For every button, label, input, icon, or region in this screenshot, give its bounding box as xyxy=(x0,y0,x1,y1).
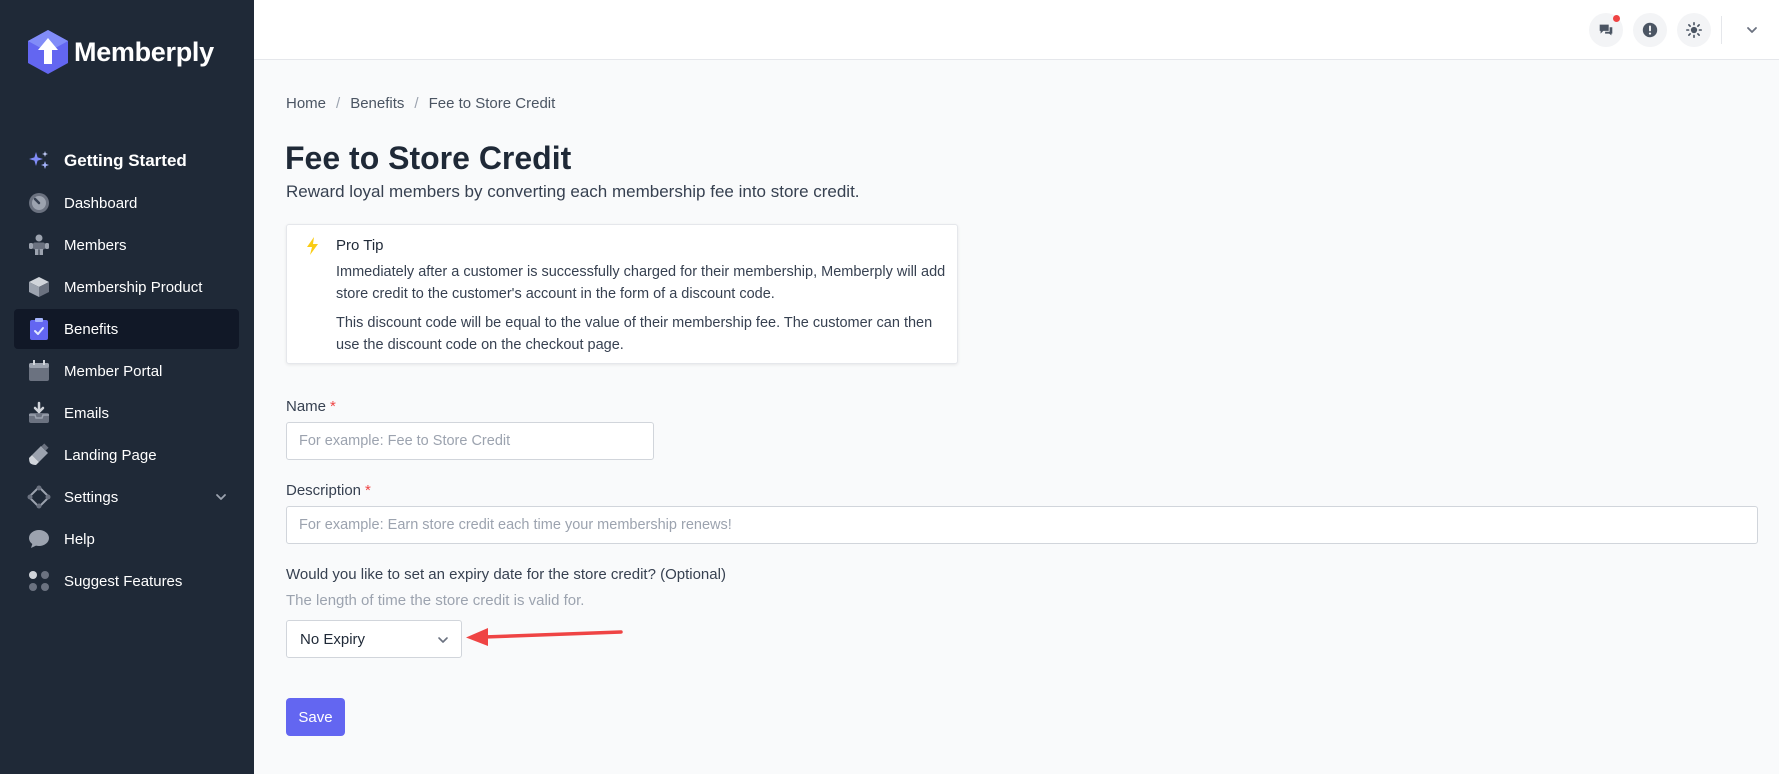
sidebar-nav: Getting Started Dashboard Members Member… xyxy=(14,141,239,603)
sidebar-item-members[interactable]: Members xyxy=(14,225,239,265)
sun-icon xyxy=(1685,21,1703,39)
breadcrumb-separator: / xyxy=(336,95,341,112)
brand-logo[interactable]: Memberply xyxy=(26,28,214,76)
page-subtitle: Reward loyal members by converting each … xyxy=(286,182,860,201)
chat-icon xyxy=(1599,24,1613,36)
sidebar-item-settings[interactable]: Settings xyxy=(14,477,239,517)
sidebar-item-emails[interactable]: Emails xyxy=(14,393,239,433)
sidebar-item-membership-product[interactable]: Membership Product xyxy=(14,267,239,307)
sidebar-item-label: Member Portal xyxy=(64,362,163,380)
brush-icon xyxy=(26,442,52,468)
name-label-text: Name xyxy=(286,398,327,415)
gauge-icon xyxy=(26,190,52,216)
description-label: Description * xyxy=(286,482,371,499)
expiry-select[interactable]: No Expiry xyxy=(286,620,462,658)
sidebar-item-suggest-features[interactable]: Suggest Features xyxy=(14,561,239,601)
memberply-logo-icon xyxy=(28,30,68,74)
sidebar-item-label: Getting Started xyxy=(64,151,187,170)
breadcrumb-home[interactable]: Home xyxy=(286,95,326,112)
theme-toggle-button[interactable] xyxy=(1677,13,1711,47)
save-button[interactable]: Save xyxy=(286,698,345,736)
breadcrumb-separator: / xyxy=(414,95,419,112)
sidebar-item-label: Benefits xyxy=(64,320,119,338)
breadcrumb-benefits[interactable]: Benefits xyxy=(350,95,404,112)
dots-grid-icon xyxy=(26,568,52,594)
lightning-icon xyxy=(307,237,318,255)
pro-tip-paragraph: This discount code will be equal to the … xyxy=(336,315,933,353)
sidebar-item-getting-started[interactable]: Getting Started xyxy=(14,141,239,181)
description-input[interactable] xyxy=(286,506,1758,544)
sidebar-item-label: Emails xyxy=(64,404,110,422)
sidebar-item-label: Landing Page xyxy=(64,446,157,464)
expiry-label: Would you like to set an expiry date for… xyxy=(286,566,726,583)
expiry-help-text: The length of time the store credit is v… xyxy=(286,592,585,609)
pro-tip-paragraph: Immediately after a customer is successf… xyxy=(336,264,946,302)
pro-tip-box: Pro Tip Immediately after a customer is … xyxy=(286,224,958,364)
sidebar-item-member-portal[interactable]: Member Portal xyxy=(14,351,239,391)
required-mark: * xyxy=(330,398,336,415)
name-label: Name * xyxy=(286,398,336,415)
chat-button[interactable] xyxy=(1589,13,1623,47)
alert-button[interactable] xyxy=(1633,13,1667,47)
clipboard-check-icon xyxy=(26,316,52,342)
inbox-icon xyxy=(26,400,52,426)
name-input[interactable] xyxy=(286,422,654,460)
sidebar-item-label: Dashboard xyxy=(64,194,138,212)
brand-name: Memberply xyxy=(74,36,214,67)
settings-icon xyxy=(26,484,52,510)
chevron-down-icon xyxy=(216,494,226,500)
breadcrumb-current: Fee to Store Credit xyxy=(428,95,556,112)
sidebar-item-label: Help xyxy=(64,530,95,548)
sidebar-item-label: Membership Product xyxy=(64,278,203,296)
pro-tip-title: Pro Tip xyxy=(336,237,384,254)
sidebar-item-landing-page[interactable]: Landing Page xyxy=(14,435,239,475)
sidebar-item-label: Settings xyxy=(64,488,119,506)
calendar-icon xyxy=(26,358,52,384)
sparkles-icon xyxy=(26,148,52,174)
chevron-down-icon[interactable] xyxy=(1744,22,1760,38)
sidebar-item-benefits[interactable]: Benefits xyxy=(14,309,239,349)
chevron-down-icon xyxy=(438,637,448,643)
top-bar xyxy=(254,0,1779,60)
notification-dot xyxy=(1613,15,1620,22)
sidebar-item-help[interactable]: Help xyxy=(14,519,239,559)
page-title: Fee to Store Credit xyxy=(285,140,572,176)
sidebar-item-label: Members xyxy=(64,236,127,254)
breadcrumb: Home / Benefits / Fee to Store Credit xyxy=(286,95,555,112)
sidebar-item-label: Suggest Features xyxy=(64,572,183,590)
required-mark: * xyxy=(365,482,371,499)
chat-bubble-icon xyxy=(26,526,52,552)
annotation-arrow-icon xyxy=(466,628,623,646)
sidebar: Memberply Getting Started Dashboard Memb… xyxy=(0,0,254,774)
header-divider xyxy=(1721,16,1722,44)
description-label-text: Description xyxy=(286,482,362,499)
box-icon xyxy=(26,274,52,300)
expiry-select-value: No Expiry xyxy=(300,630,366,648)
members-icon xyxy=(26,232,52,258)
sidebar-item-dashboard[interactable]: Dashboard xyxy=(14,183,239,223)
alert-icon xyxy=(1642,22,1658,38)
